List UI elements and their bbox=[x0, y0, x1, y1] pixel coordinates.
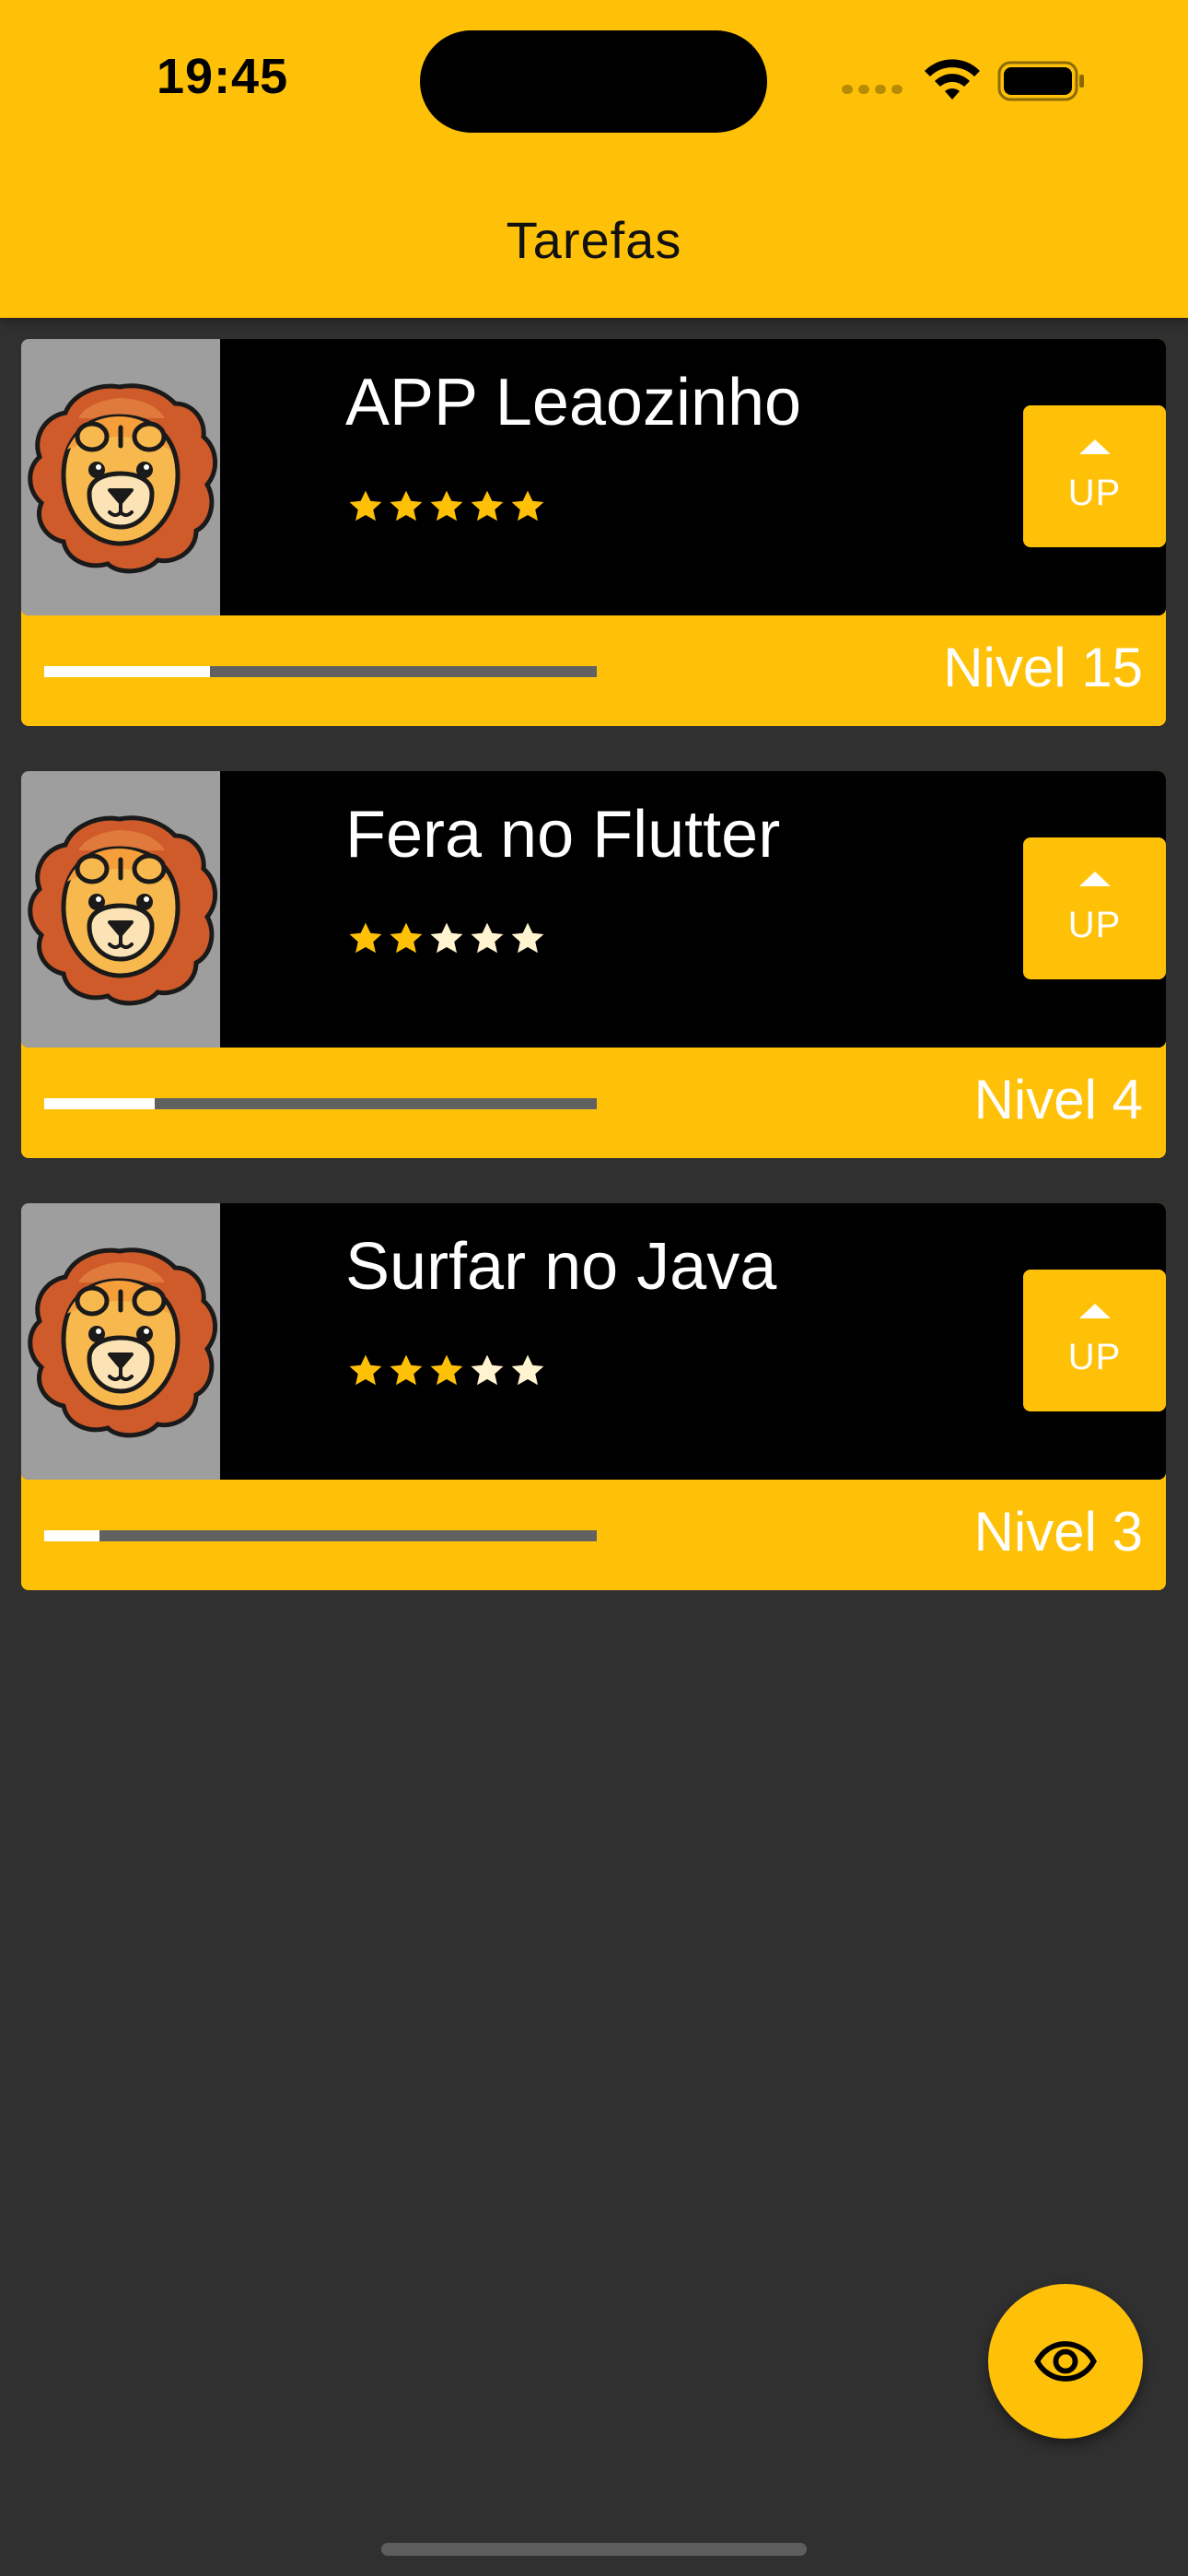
difficulty-stars bbox=[345, 486, 548, 527]
difficulty-stars bbox=[345, 1351, 548, 1391]
task-card: Surfar no Java UP Nivel 3 bbox=[21, 1203, 1166, 1590]
star-icon bbox=[390, 1354, 423, 1386]
star-icon bbox=[511, 922, 544, 954]
cellular-signal-icon bbox=[842, 85, 903, 94]
lion-icon bbox=[28, 815, 217, 1006]
arrow-up-icon bbox=[1078, 439, 1111, 454]
task-card-header: APP Leaozinho UP bbox=[21, 339, 1166, 615]
up-button-label: UP bbox=[1067, 1336, 1122, 1377]
dynamic-island bbox=[420, 30, 767, 133]
task-image bbox=[21, 339, 220, 615]
level-progress-bar bbox=[44, 1098, 597, 1109]
page-title: Tarefas bbox=[506, 211, 682, 269]
up-button-label: UP bbox=[1067, 472, 1122, 513]
home-indicator bbox=[381, 2543, 807, 2556]
level-label: Nivel 15 bbox=[943, 637, 1143, 698]
level-up-button[interactable]: UP bbox=[1023, 405, 1166, 547]
level-progress-fill bbox=[44, 666, 210, 677]
difficulty-stars bbox=[345, 919, 548, 959]
task-card: Fera no Flutter UP Nivel 4 bbox=[21, 771, 1166, 1158]
task-card: APP Leaozinho UP Nivel 15 bbox=[21, 339, 1166, 726]
level-label: Nivel 3 bbox=[973, 1501, 1143, 1563]
arrow-up-icon bbox=[1078, 1303, 1111, 1318]
screen: 19:45 Tarefas APP Leaozinho UP Nivel 15 … bbox=[0, 0, 1188, 2576]
task-name: Fera no Flutter bbox=[345, 798, 781, 872]
task-image bbox=[21, 1203, 220, 1480]
task-name: Surfar no Java bbox=[345, 1230, 777, 1304]
task-card-header: Fera no Flutter UP bbox=[21, 771, 1166, 1048]
arrow-up-icon bbox=[1078, 871, 1111, 886]
battery-icon bbox=[997, 61, 1084, 101]
star-icon bbox=[471, 1354, 504, 1386]
wifi-icon bbox=[925, 59, 980, 100]
star-icon bbox=[390, 922, 423, 954]
star-icon bbox=[511, 1354, 544, 1386]
star-icon bbox=[430, 922, 463, 954]
lion-icon bbox=[28, 1247, 217, 1438]
lion-icon bbox=[28, 383, 217, 574]
status-time: 19:45 bbox=[157, 49, 289, 104]
star-icon bbox=[349, 490, 382, 521]
level-label: Nivel 4 bbox=[973, 1069, 1143, 1130]
level-progress-bar bbox=[44, 666, 597, 677]
star-icon bbox=[430, 490, 463, 521]
eye-icon bbox=[1034, 2341, 1097, 2382]
task-card-header: Surfar no Java UP bbox=[21, 1203, 1166, 1480]
star-icon bbox=[430, 1354, 463, 1386]
star-icon bbox=[390, 490, 423, 521]
level-up-button[interactable]: UP bbox=[1023, 1270, 1166, 1411]
level-progress-bar bbox=[44, 1530, 597, 1541]
level-progress-fill bbox=[44, 1098, 155, 1109]
level-progress-fill bbox=[44, 1530, 99, 1541]
star-icon bbox=[471, 490, 504, 521]
toggle-visibility-button[interactable] bbox=[988, 2284, 1143, 2439]
task-name: APP Leaozinho bbox=[345, 366, 802, 439]
star-icon bbox=[471, 922, 504, 954]
star-icon bbox=[511, 490, 544, 521]
up-button-label: UP bbox=[1067, 904, 1122, 945]
task-image bbox=[21, 771, 220, 1048]
star-icon bbox=[349, 922, 382, 954]
app-bar: 19:45 Tarefas bbox=[0, 0, 1188, 318]
star-icon bbox=[349, 1354, 382, 1386]
level-up-button[interactable]: UP bbox=[1023, 837, 1166, 979]
